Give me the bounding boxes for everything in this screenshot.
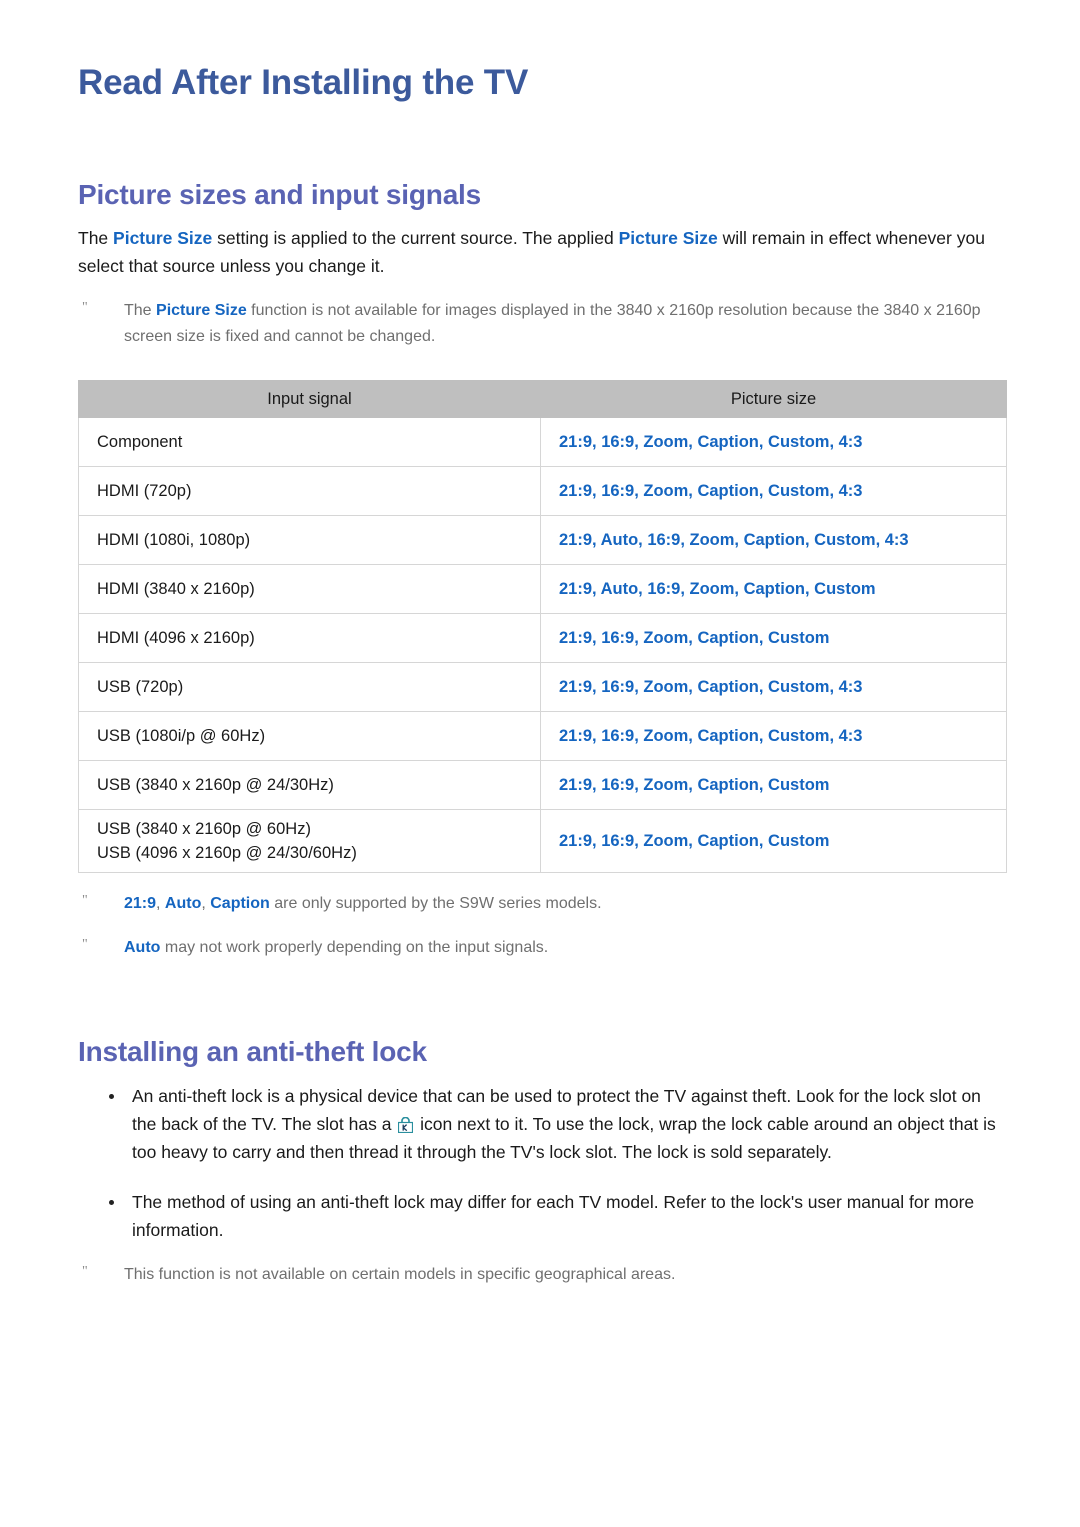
note-text: Auto may not work properly depending on … (124, 935, 1005, 961)
note-text: The Picture Size function is not availab… (124, 298, 1005, 350)
note-marker-icon: " (82, 936, 88, 952)
note-geographical-availability: " This function is not available on cert… (78, 1262, 1005, 1288)
page-title: Read After Installing the TV (78, 63, 529, 102)
cell-picture-size: 21:9, Auto, 16:9, Zoom, Caption, Custom (540, 563, 1007, 614)
note-auto-limitation: " Auto may not work properly depending o… (78, 935, 1005, 961)
table-row: HDMI (1080i, 1080p) 21:9, Auto, 16:9, Zo… (78, 514, 1007, 565)
cell-input-signal: HDMI (720p) (78, 465, 541, 516)
cell-picture-size: 21:9, 16:9, Zoom, Caption, Custom, 4:3 (540, 710, 1007, 761)
cell-picture-size: 21:9, 16:9, Zoom, Caption, Custom, 4:3 (540, 465, 1007, 516)
cell-input-signal: USB (1080i/p @ 60Hz) (78, 710, 541, 761)
note2-accent-21-9: 21:9 (124, 894, 157, 912)
note3-part-1: may not work properly depending on the i… (160, 938, 549, 956)
table-header-picture-size: Picture size (540, 379, 1007, 418)
note1-part-1: The (124, 301, 157, 319)
note-text: 21:9, Auto, Caption are only supported b… (124, 891, 1005, 917)
table-row: USB (3840 x 2160p @ 24/30Hz) 21:9, 16:9,… (78, 759, 1007, 810)
cell-picture-size: 21:9, 16:9, Zoom, Caption, Custom (540, 759, 1007, 810)
note-picture-size-unavailable: " The Picture Size function is not avail… (78, 298, 1005, 350)
cell-input-signal: HDMI (1080i, 1080p) (78, 514, 541, 565)
note-s9w-support: " 21:9, Auto, Caption are only supported… (78, 891, 1005, 917)
note3-accent-auto: Auto (124, 938, 161, 956)
intro-accent-picture-size-1: Picture Size (113, 227, 213, 248)
intro-accent-picture-size-2: Picture Size (618, 227, 718, 248)
note-marker-icon: " (82, 1264, 88, 1280)
cell-picture-size: 21:9, 16:9, Zoom, Caption, Custom (540, 612, 1007, 663)
cell-picture-size: 21:9, 16:9, Zoom, Caption, Custom (540, 808, 1007, 873)
cell-picture-size: 21:9, 16:9, Zoom, Caption, Custom, 4:3 (540, 661, 1007, 712)
cell-input-signal: USB (3840 x 2160p @ 24/30Hz) (78, 759, 541, 810)
cell-input-signal-line-2: USB (4096 x 2160p @ 24/30/60Hz) (97, 843, 357, 862)
lock-icon (398, 1117, 414, 1134)
note1-part-2: function is not available for images dis… (124, 301, 981, 345)
table-row: Component 21:9, 16:9, Zoom, Caption, Cus… (78, 416, 1007, 467)
table-row: HDMI (720p) 21:9, 16:9, Zoom, Caption, C… (78, 465, 1007, 516)
note-marker-icon: " (82, 299, 88, 315)
table-row: USB (1080i/p @ 60Hz) 21:9, 16:9, Zoom, C… (78, 710, 1007, 761)
table-row: HDMI (3840 x 2160p) 21:9, Auto, 16:9, Zo… (78, 563, 1007, 614)
cell-input-signal: USB (720p) (78, 661, 541, 712)
section-heading-picture-sizes: Picture sizes and input signals (78, 179, 482, 210)
note-text: This function is not available on certai… (124, 1266, 676, 1284)
document-page: Read After Installing the TV Picture siz… (0, 0, 1080, 1288)
anti-theft-bullet-list: An anti-theft lock is a physical device … (78, 1082, 1005, 1244)
note2-sep-2: , (201, 894, 211, 912)
note2-accent-auto: Auto (164, 894, 202, 912)
cell-picture-size: 21:9, Auto, 16:9, Zoom, Caption, Custom,… (540, 514, 1007, 565)
table-row: HDMI (4096 x 2160p) 21:9, 16:9, Zoom, Ca… (78, 612, 1007, 663)
cell-picture-size: 21:9, 16:9, Zoom, Caption, Custom, 4:3 (540, 416, 1007, 467)
intro-paragraph: The Picture Size setting is applied to t… (78, 224, 1005, 280)
note2-accent-caption: Caption (210, 894, 270, 912)
table-header-row: Input signal Picture size (78, 379, 1007, 418)
note-marker-icon: " (82, 892, 88, 908)
cell-input-signal: HDMI (3840 x 2160p) (78, 563, 541, 614)
intro-text-part-2: setting is applied to the current source… (212, 227, 619, 248)
table-row: USB (720p) 21:9, 16:9, Zoom, Caption, Cu… (78, 661, 1007, 712)
note2-part-1: are only supported by the S9W series mod… (269, 894, 602, 912)
intro-text-part-1: The (78, 227, 114, 248)
section-heading-anti-theft-lock: Installing an anti-theft lock (78, 1035, 427, 1067)
cell-input-signal: USB (3840 x 2160p @ 60Hz) USB (4096 x 216… (78, 808, 541, 873)
note2-sep-1: , (156, 894, 165, 912)
table-row: USB (3840 x 2160p @ 60Hz) USB (4096 x 216… (78, 808, 1007, 873)
cell-input-signal-line-1: USB (3840 x 2160p @ 60Hz) (97, 819, 311, 838)
cell-input-signal: HDMI (4096 x 2160p) (78, 612, 541, 663)
table-body: Component 21:9, 16:9, Zoom, Caption, Cus… (78, 416, 1007, 873)
picture-size-table: Input signal Picture size Component 21:9… (78, 379, 1007, 873)
list-item: An anti-theft lock is a physical device … (78, 1082, 1005, 1166)
cell-input-signal: Component (78, 416, 541, 467)
list-item: The method of using an anti-theft lock m… (78, 1188, 1005, 1244)
note1-accent-picture-size: Picture Size (156, 301, 247, 319)
table-header-input-signal: Input signal (78, 379, 541, 418)
